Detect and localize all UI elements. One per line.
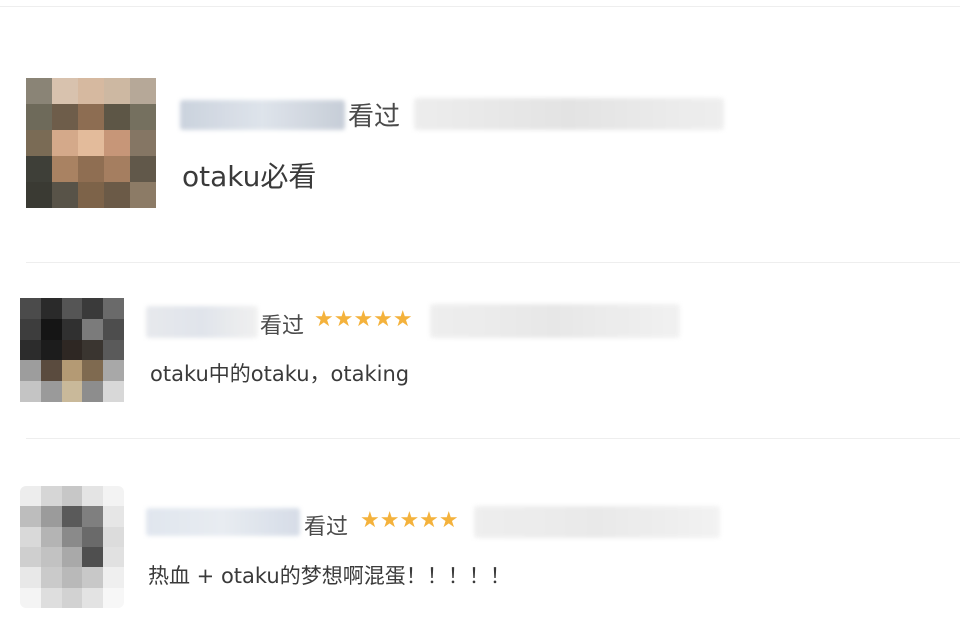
- avatar-mosaic-cell: [103, 587, 124, 608]
- avatar-mosaic-cell: [20, 486, 41, 507]
- avatar-mosaic-cell: [61, 526, 83, 547]
- comment-item: 看过 ★★★★★ 热血 + otaku的梦想啊混蛋！！！！！: [0, 0, 960, 639]
- avatar-mosaic-cell: [61, 547, 83, 568]
- avatar-mosaic-cell: [20, 506, 41, 527]
- comment-text: 热血 + otaku的梦想啊混蛋！！！！！: [148, 564, 511, 588]
- avatar-mosaic-cell: [61, 506, 83, 527]
- avatar-mosaic-cell: [82, 547, 104, 568]
- avatar-mosaic-cell: [20, 547, 41, 568]
- avatar-mosaic-cell: [103, 506, 124, 527]
- meta-blurred: [474, 506, 720, 538]
- avatar-mosaic-cell: [82, 506, 104, 527]
- avatar-mosaic-cell: [61, 567, 83, 588]
- avatar-mosaic-cell: [20, 526, 41, 547]
- avatar-mosaic-cell: [82, 486, 104, 507]
- avatar-mosaic-cell: [20, 567, 41, 588]
- avatar[interactable]: [20, 486, 124, 608]
- star-rating: ★★★★★: [360, 508, 459, 533]
- avatar-mosaic-cell: [40, 567, 62, 588]
- avatar-mosaic-cell: [40, 506, 62, 527]
- watched-label: 看过: [304, 515, 349, 540]
- star-icon: ★★★★★: [360, 508, 459, 533]
- avatar-mosaic-cell: [82, 587, 104, 608]
- avatar-mosaic-cell: [61, 486, 83, 507]
- avatar-mosaic-cell: [82, 526, 104, 547]
- avatar-mosaic-cell: [103, 567, 124, 588]
- avatar-mosaic-cell: [40, 486, 62, 507]
- avatar-mosaic-cell: [40, 526, 62, 547]
- avatar-mosaic-cell: [40, 547, 62, 568]
- avatar-mosaic-cell: [103, 547, 124, 568]
- avatar-mosaic-cell: [82, 567, 104, 588]
- avatar-mosaic-cell: [40, 587, 62, 608]
- avatar-mosaic-cell: [20, 587, 41, 608]
- avatar-mosaic-cell: [103, 526, 124, 547]
- avatar-mosaic-cell: [103, 486, 124, 507]
- username-blurred[interactable]: [146, 508, 300, 536]
- avatar-mosaic-cell: [61, 587, 83, 608]
